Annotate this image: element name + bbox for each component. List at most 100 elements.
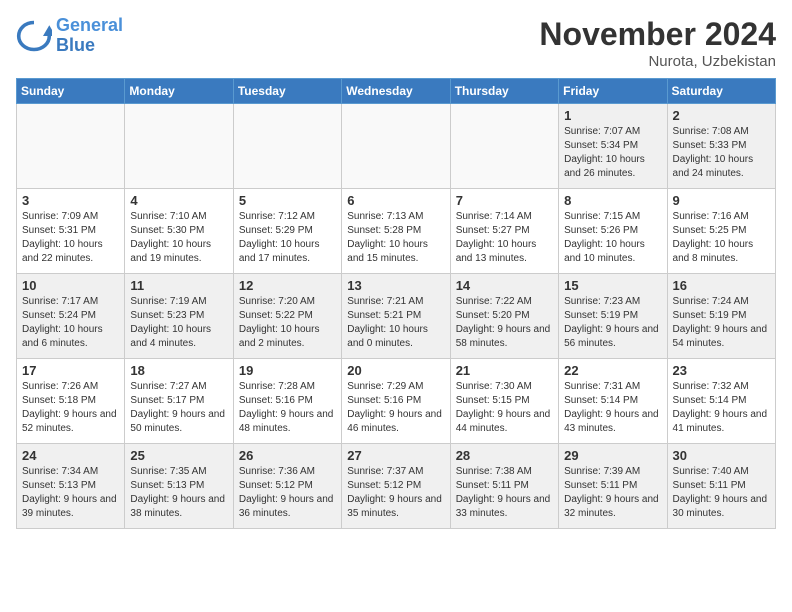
day-number: 15 xyxy=(564,278,661,293)
day-info: Sunrise: 7:37 AM Sunset: 5:12 PM Dayligh… xyxy=(347,465,444,521)
day-number: 24 xyxy=(22,448,119,463)
table-row: 6 Sunrise: 7:13 AM Sunset: 5:28 PM Daylig… xyxy=(342,189,450,274)
header-friday: Friday xyxy=(559,79,667,104)
title-block: November 2024 Nurota, Uzbekistan xyxy=(539,16,776,70)
table-row: 5Sunrise: 7:12 AM Sunset: 5:29 PM Daylig… xyxy=(233,189,341,274)
day-number: 22 xyxy=(564,363,661,378)
header-monday: Monday xyxy=(125,79,233,104)
day-info: Sunrise: 7:36 AM Sunset: 5:12 PM Dayligh… xyxy=(239,465,336,521)
day-number: 29 xyxy=(564,448,661,463)
day-info: Sunrise: 7:15 AM Sunset: 5:26 PM Dayligh… xyxy=(564,210,661,266)
logo-line2: Blue xyxy=(56,35,95,55)
table-row: 17 Sunrise: 7:26 AM Sunset: 5:18 PM Dayli… xyxy=(17,359,125,444)
month-title: November 2024 xyxy=(539,16,776,53)
day-info: Sunrise: 7:23 AM Sunset: 5:19 PM Dayligh… xyxy=(564,295,661,351)
day-number: 6 xyxy=(347,193,444,208)
table-row: 12 Sunrise: 7:20 AM Sunset: 5:22 PM Dayli… xyxy=(233,274,341,359)
day-number: 21 xyxy=(456,363,553,378)
table-row: 3 Sunrise: 7:09 AM Sunset: 5:31 PM Daylig… xyxy=(17,189,125,274)
table-row: 18 Sunrise: 7:27 AM Sunset: 5:17 PM Dayli… xyxy=(125,359,233,444)
day-info: Sunrise: 7:26 AM Sunset: 5:18 PM Dayligh… xyxy=(22,380,119,436)
day-number: 19 xyxy=(239,363,336,378)
day-number: 16 xyxy=(673,278,770,293)
day-number: 18 xyxy=(130,363,227,378)
day-number: 28 xyxy=(456,448,553,463)
day-number: 17 xyxy=(22,363,119,378)
table-row xyxy=(342,104,450,189)
table-row: 22 Sunrise: 7:31 AM Sunset: 5:14 PM Dayli… xyxy=(559,359,667,444)
table-row: 2 Sunrise: 7:08 AM Sunset: 5:33 PM Daylig… xyxy=(667,104,775,189)
day-info: Sunrise: 7:12 AM Sunset: 5:29 PM Dayligh… xyxy=(239,210,336,266)
logo-text: General Blue xyxy=(56,16,123,56)
table-row: 16Sunrise: 7:24 AM Sunset: 5:19 PM Dayli… xyxy=(667,274,775,359)
table-row: 29 Sunrise: 7:39 AM Sunset: 5:11 PM Dayli… xyxy=(559,444,667,529)
table-row: 26 Sunrise: 7:36 AM Sunset: 5:12 PM Dayli… xyxy=(233,444,341,529)
table-row: 1 Sunrise: 7:07 AM Sunset: 5:34 PM Daylig… xyxy=(559,104,667,189)
day-info: Sunrise: 7:16 AM Sunset: 5:25 PM Dayligh… xyxy=(673,210,770,266)
day-info: Sunrise: 7:38 AM Sunset: 5:11 PM Dayligh… xyxy=(456,465,553,521)
table-row: 11Sunrise: 7:19 AM Sunset: 5:23 PM Dayli… xyxy=(125,274,233,359)
header-tuesday: Tuesday xyxy=(233,79,341,104)
calendar-table: Sunday Monday Tuesday Wednesday Thursday… xyxy=(16,78,776,529)
day-info: Sunrise: 7:08 AM Sunset: 5:33 PM Dayligh… xyxy=(673,125,770,181)
day-number: 8 xyxy=(564,193,661,208)
logo-icon xyxy=(16,18,52,54)
table-row xyxy=(233,104,341,189)
calendar-header: Sunday Monday Tuesday Wednesday Thursday… xyxy=(17,79,776,104)
day-info: Sunrise: 7:21 AM Sunset: 5:21 PM Dayligh… xyxy=(347,295,444,351)
table-row: 9 Sunrise: 7:16 AM Sunset: 5:25 PM Daylig… xyxy=(667,189,775,274)
table-row xyxy=(450,104,558,189)
table-row: 13 Sunrise: 7:21 AM Sunset: 5:21 PM Dayli… xyxy=(342,274,450,359)
header-thursday: Thursday xyxy=(450,79,558,104)
day-info: Sunrise: 7:28 AM Sunset: 5:16 PM Dayligh… xyxy=(239,380,336,436)
day-info: Sunrise: 7:35 AM Sunset: 5:13 PM Dayligh… xyxy=(130,465,227,521)
table-row: 4Sunrise: 7:10 AM Sunset: 5:30 PM Daylig… xyxy=(125,189,233,274)
day-info: Sunrise: 7:30 AM Sunset: 5:15 PM Dayligh… xyxy=(456,380,553,436)
day-info: Sunrise: 7:20 AM Sunset: 5:22 PM Dayligh… xyxy=(239,295,336,351)
table-row: 25Sunrise: 7:35 AM Sunset: 5:13 PM Dayli… xyxy=(125,444,233,529)
day-info: Sunrise: 7:27 AM Sunset: 5:17 PM Dayligh… xyxy=(130,380,227,436)
day-number: 12 xyxy=(239,278,336,293)
day-number: 13 xyxy=(347,278,444,293)
day-number: 27 xyxy=(347,448,444,463)
header-saturday: Saturday xyxy=(667,79,775,104)
day-number: 3 xyxy=(22,193,119,208)
table-row: 7Sunrise: 7:14 AM Sunset: 5:27 PM Daylig… xyxy=(450,189,558,274)
calendar-body: 1 Sunrise: 7:07 AM Sunset: 5:34 PM Daylig… xyxy=(17,104,776,529)
day-number: 2 xyxy=(673,108,770,123)
day-info: Sunrise: 7:13 AM Sunset: 5:28 PM Dayligh… xyxy=(347,210,444,266)
day-info: Sunrise: 7:07 AM Sunset: 5:34 PM Dayligh… xyxy=(564,125,661,181)
day-info: Sunrise: 7:40 AM Sunset: 5:11 PM Dayligh… xyxy=(673,465,770,521)
day-number: 30 xyxy=(673,448,770,463)
table-row: 27 Sunrise: 7:37 AM Sunset: 5:12 PM Dayli… xyxy=(342,444,450,529)
day-number: 1 xyxy=(564,108,661,123)
day-info: Sunrise: 7:09 AM Sunset: 5:31 PM Dayligh… xyxy=(22,210,119,266)
day-info: Sunrise: 7:22 AM Sunset: 5:20 PM Dayligh… xyxy=(456,295,553,351)
table-row xyxy=(125,104,233,189)
table-row: 20 Sunrise: 7:29 AM Sunset: 5:16 PM Dayli… xyxy=(342,359,450,444)
day-info: Sunrise: 7:10 AM Sunset: 5:30 PM Dayligh… xyxy=(130,210,227,266)
day-info: Sunrise: 7:32 AM Sunset: 5:14 PM Dayligh… xyxy=(673,380,770,436)
day-number: 26 xyxy=(239,448,336,463)
day-info: Sunrise: 7:39 AM Sunset: 5:11 PM Dayligh… xyxy=(564,465,661,521)
day-info: Sunrise: 7:34 AM Sunset: 5:13 PM Dayligh… xyxy=(22,465,119,521)
table-row: 30 Sunrise: 7:40 AM Sunset: 5:11 PM Dayli… xyxy=(667,444,775,529)
day-number: 23 xyxy=(673,363,770,378)
day-info: Sunrise: 7:19 AM Sunset: 5:23 PM Dayligh… xyxy=(130,295,227,351)
day-info: Sunrise: 7:29 AM Sunset: 5:16 PM Dayligh… xyxy=(347,380,444,436)
day-number: 9 xyxy=(673,193,770,208)
table-row: 23 Sunrise: 7:32 AM Sunset: 5:14 PM Dayli… xyxy=(667,359,775,444)
table-row: 24 Sunrise: 7:34 AM Sunset: 5:13 PM Dayli… xyxy=(17,444,125,529)
logo-line1: General xyxy=(56,15,123,35)
page-header: General Blue November 2024 Nurota, Uzbek… xyxy=(16,16,776,70)
location: Nurota, Uzbekistan xyxy=(539,53,776,70)
day-info: Sunrise: 7:31 AM Sunset: 5:14 PM Dayligh… xyxy=(564,380,661,436)
table-row: 10Sunrise: 7:17 AM Sunset: 5:24 PM Dayli… xyxy=(17,274,125,359)
header-sunday: Sunday xyxy=(17,79,125,104)
day-number: 14 xyxy=(456,278,553,293)
day-number: 20 xyxy=(347,363,444,378)
table-row: 28 Sunrise: 7:38 AM Sunset: 5:11 PM Dayli… xyxy=(450,444,558,529)
table-row: 14 Sunrise: 7:22 AM Sunset: 5:20 PM Dayli… xyxy=(450,274,558,359)
logo: General Blue xyxy=(16,16,123,56)
day-info: Sunrise: 7:14 AM Sunset: 5:27 PM Dayligh… xyxy=(456,210,553,266)
